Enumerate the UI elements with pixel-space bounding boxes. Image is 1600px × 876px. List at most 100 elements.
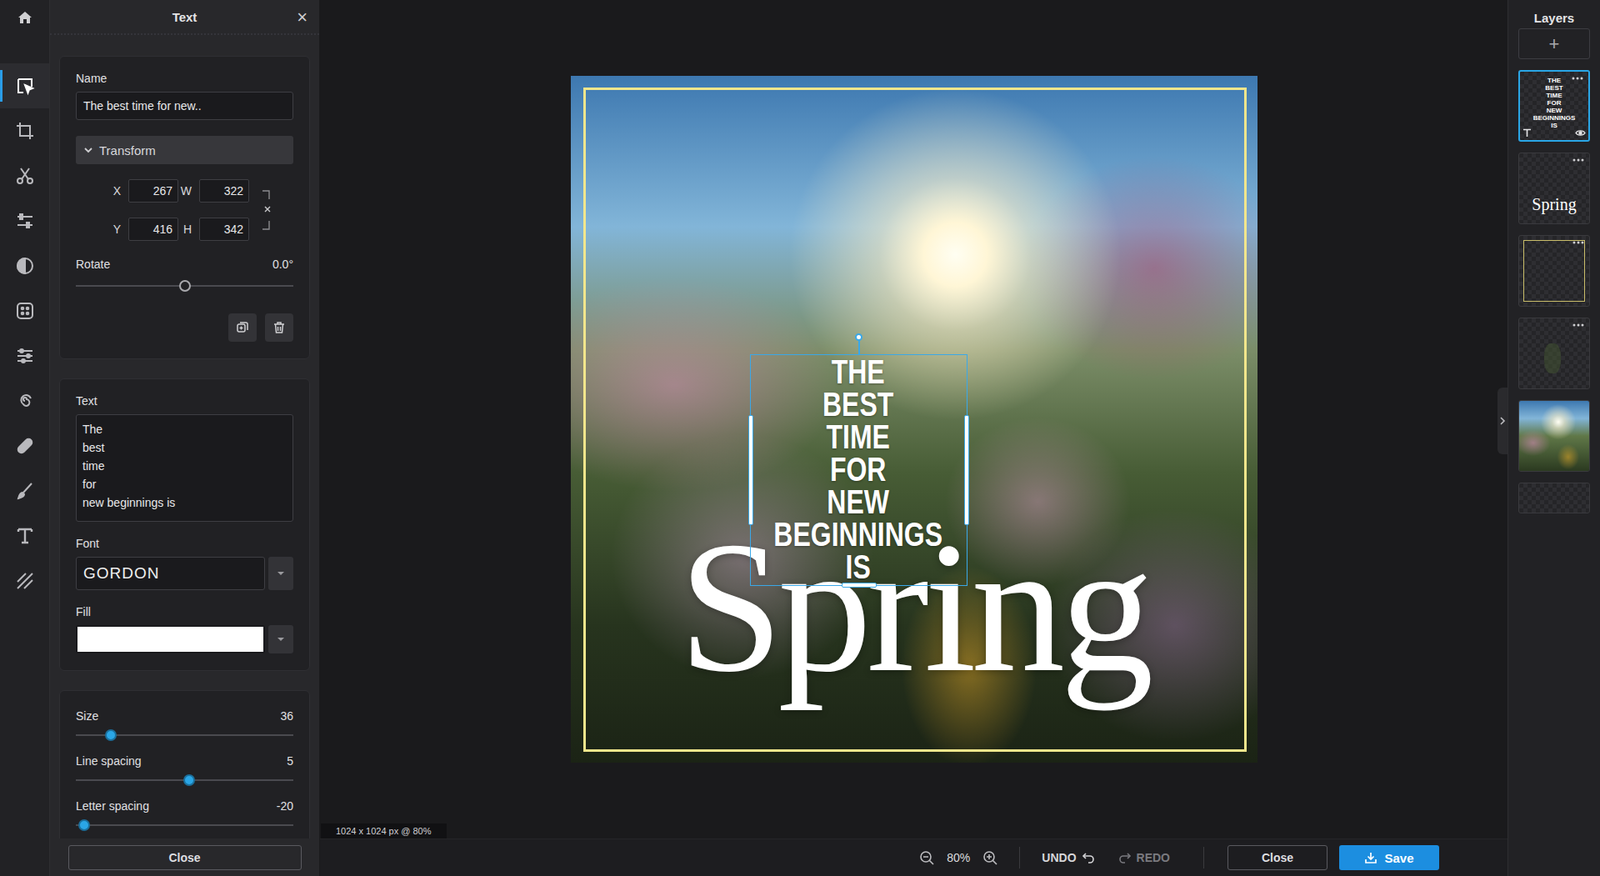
transform-label: W	[178, 184, 192, 198]
zoom-out-button[interactable]	[919, 850, 935, 865]
redo-icon	[1118, 851, 1132, 864]
more-icon[interactable]	[1572, 240, 1585, 245]
save-button[interactable]: Save	[1339, 845, 1440, 870]
layers-panel: Layers+ THEBESTTIMEFORNEWBEGINNINGSIS Spri…	[1507, 0, 1600, 876]
font-dropdown-button[interactable]	[268, 556, 294, 590]
delete-button[interactable]	[265, 313, 294, 342]
setting-slider-row: Letter spacing-20	[75, 799, 294, 835]
layer-thumbnail[interactable]	[1518, 235, 1590, 307]
chevron-icon	[83, 145, 94, 155]
unlink-ratio-icon[interactable]	[260, 189, 275, 231]
liquify-icon	[15, 390, 35, 411]
name-input[interactable]: The best time for new..	[75, 91, 294, 120]
setting-slider[interactable]	[75, 734, 294, 736]
selection-box[interactable]	[750, 354, 968, 586]
layer-thumbnail[interactable]: THEBESTTIMEFORNEWBEGINNINGSIS	[1518, 70, 1590, 142]
transform-label: Y	[107, 222, 121, 236]
resize-handle[interactable]	[841, 582, 877, 588]
rotate-label: Rotate0.0°	[75, 257, 294, 271]
text-label: Text	[75, 394, 294, 408]
caret-icon	[276, 570, 285, 576]
tool-rail	[0, 0, 50, 876]
layer-thumbnail[interactable]	[1518, 317, 1590, 390]
chevron-right-icon	[1499, 416, 1506, 425]
type-settings-card: Size36Line spacing5Letter spacing-20	[59, 690, 310, 839]
canvas-info: 1024 x 1024 px @ 80%	[320, 823, 447, 839]
brush-icon	[15, 480, 35, 501]
canvas-area: THEBESTTIMEFORNEWBEGINNINGSISSpring 1024 …	[320, 0, 1508, 839]
tool-button[interactable]	[0, 153, 50, 199]
duplicate-icon	[235, 320, 250, 335]
zoom-in-icon	[982, 850, 998, 865]
layer-thumbnail[interactable]	[1518, 400, 1590, 472]
layer-thumbnail[interactable]: Spring	[1518, 152, 1590, 225]
resize-handle[interactable]	[748, 415, 754, 525]
transform-input[interactable]: 416	[128, 217, 179, 241]
rotate-slider[interactable]	[75, 285, 294, 287]
layers-title: Layers	[1534, 0, 1575, 35]
redo-button[interactable]: REDO	[1118, 850, 1170, 865]
fill-dropdown-button[interactable]	[268, 625, 294, 654]
layers-collapse-tab[interactable]	[1497, 387, 1508, 455]
transform-input[interactable]: 322	[199, 179, 250, 203]
more-icon[interactable]	[1571, 76, 1584, 80]
setting-slider[interactable]	[75, 779, 294, 781]
rotate-handle[interactable]	[858, 338, 860, 355]
layer-preview-text: THEBESTTIMEFORNEWBEGINNINGSIS	[1520, 76, 1589, 130]
photo-editor: Text×NameThe best time for new..Transfor…	[0, 0, 1600, 876]
panel-close-footer-button[interactable]: Close	[68, 845, 302, 870]
tool-button[interactable]	[0, 333, 50, 379]
text-input[interactable]: Thebesttimefornew beginnings is	[75, 414, 294, 522]
more-icon[interactable]	[1572, 323, 1585, 327]
zoom-level[interactable]: 80%	[945, 850, 971, 865]
transform-input[interactable]: 267	[128, 179, 179, 203]
panel-close-button[interactable]: ×	[296, 6, 308, 29]
tool-button[interactable]	[0, 108, 50, 154]
layer-thumbnail[interactable]	[1518, 482, 1590, 514]
pattern-icon	[15, 570, 35, 591]
scissors-icon	[15, 165, 35, 186]
tool-button[interactable]	[0, 378, 50, 424]
panel-header: Text ×	[50, 0, 320, 35]
fill-picker[interactable]	[75, 625, 294, 654]
duplicate-button[interactable]	[228, 313, 257, 342]
tool-button[interactable]	[0, 468, 50, 514]
artboard: THEBESTTIMEFORNEWBEGINNINGSISSpring	[570, 75, 1258, 763]
transform-toggle[interactable]: Transform	[75, 135, 294, 165]
tool-button[interactable]	[0, 423, 50, 469]
more-icon[interactable]	[1572, 158, 1585, 162]
tool-button[interactable]	[0, 558, 50, 604]
undo-icon	[1081, 851, 1095, 864]
tool-button[interactable]	[0, 198, 50, 244]
tool-button[interactable]	[0, 63, 50, 109]
undo-button[interactable]: UNDO	[1041, 850, 1095, 865]
home-button[interactable]	[0, 0, 50, 35]
tool-button[interactable]	[0, 513, 50, 559]
tool-button[interactable]	[0, 243, 50, 289]
close-button[interactable]: Close	[1227, 845, 1328, 870]
fill-label: Fill	[75, 605, 294, 619]
layer-preview-text: Spring	[1519, 195, 1590, 215]
zoom-in-button[interactable]	[982, 850, 998, 865]
transform-label: X	[107, 184, 121, 198]
adjust-icon	[15, 210, 35, 231]
setting-slider[interactable]	[75, 824, 294, 826]
text-tool-icon	[15, 525, 35, 546]
tool-button[interactable]	[0, 288, 50, 334]
setting-slider-row: Size36	[75, 709, 294, 745]
resize-handle[interactable]	[964, 415, 970, 525]
crop-icon	[15, 120, 35, 141]
add-layer-button[interactable]: +	[1518, 28, 1590, 60]
fill-swatch[interactable]	[75, 625, 265, 654]
transform-input[interactable]: 342	[199, 217, 250, 241]
title-text-layer[interactable]: Spring	[570, 513, 1258, 701]
trash-icon	[272, 320, 286, 335]
sliders-icon	[15, 345, 35, 366]
font-select[interactable]: GORDON	[75, 556, 294, 590]
eye-icon[interactable]	[1575, 129, 1586, 137]
panel-title: Text	[172, 10, 198, 25]
download-icon	[1364, 850, 1378, 865]
font-label: Font	[75, 536, 294, 550]
text-layer-icon	[1522, 128, 1532, 138]
text-card: Text Thebesttimefornew beginnings is Font G…	[59, 378, 310, 671]
